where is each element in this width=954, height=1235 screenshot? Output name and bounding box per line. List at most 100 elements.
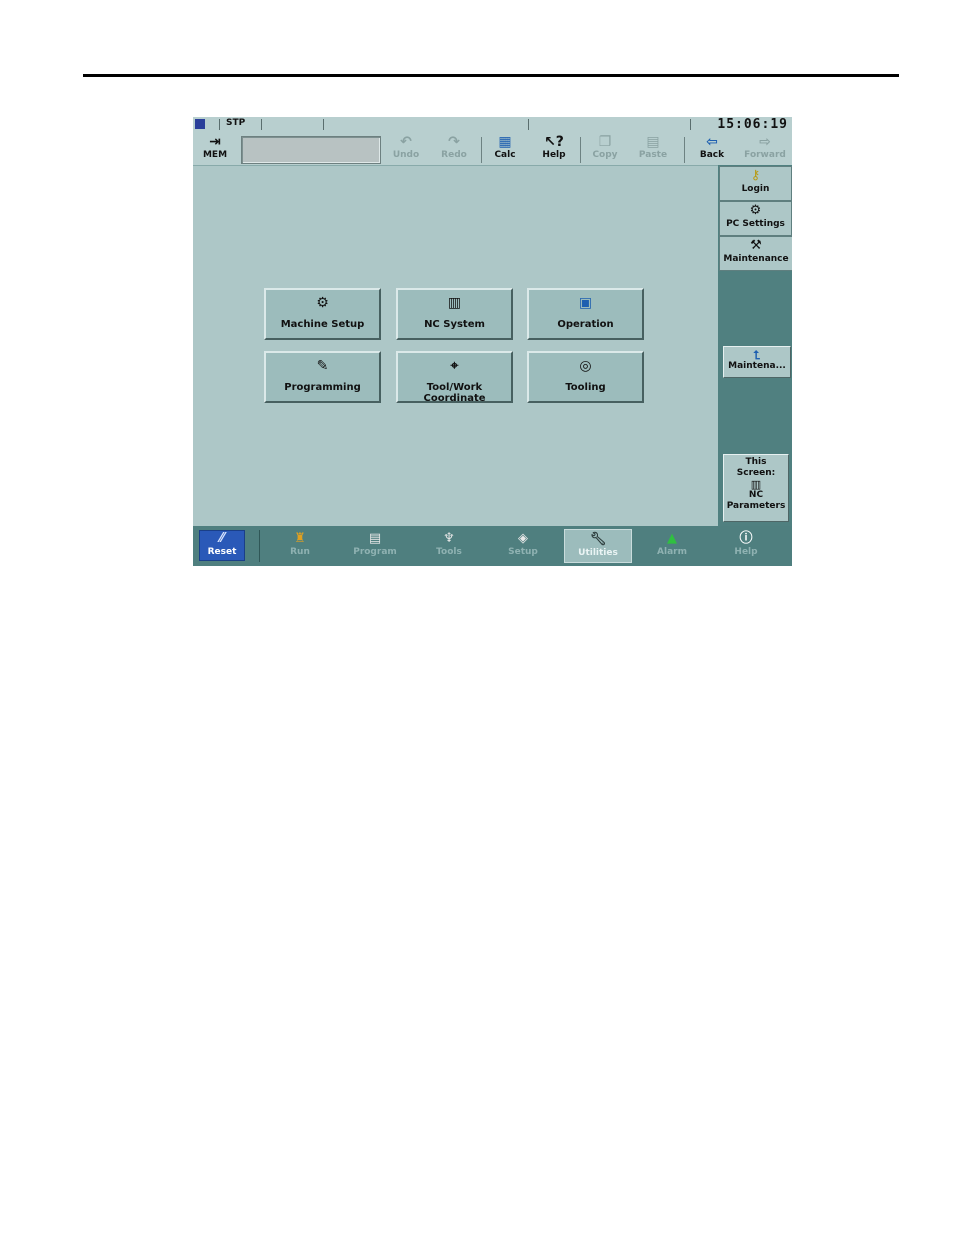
status-divider: [528, 119, 529, 130]
paste-icon: ▤: [646, 134, 660, 150]
this-screen-line1: This: [745, 457, 767, 467]
machine-mode: STP: [226, 118, 246, 128]
reset-label: Reset: [207, 547, 237, 557]
maintenance-action-button[interactable]: ⮤ Maintena...: [723, 346, 791, 378]
tab-maintenance[interactable]: ⚒ Maintenance: [719, 236, 792, 271]
reset-icon: ⁄⁄: [219, 531, 225, 546]
undo-label: Undo: [392, 150, 420, 160]
side-panel: ⚷ Login ⚙ PC Settings ⚒ Maintenance ⮤ Ma…: [718, 165, 792, 526]
logo-icon: [195, 119, 205, 129]
programming-label: Programming: [284, 382, 361, 393]
tab-login-label: Login: [741, 184, 770, 194]
tab-login[interactable]: ⚷ Login: [719, 166, 792, 201]
key-icon: ⚷: [750, 168, 761, 183]
nav-setup[interactable]: ◈ Setup: [489, 529, 557, 563]
status-bar: STP 15:06:19: [193, 117, 792, 133]
copy-icon: ❐: [598, 134, 612, 150]
operation-label: Operation: [557, 319, 614, 330]
nc-system-icon: ▥: [447, 295, 462, 311]
bottom-nav-bar: ⁄⁄ Reset ♜ Run ▤ Program ♆ Tools ◈ Setup…: [193, 526, 792, 566]
nav-help[interactable]: ⓘ Help: [712, 529, 780, 563]
machine-setup-label: Machine Setup: [280, 319, 365, 330]
up-arrow-icon: ⮤: [753, 348, 761, 362]
nav-run[interactable]: ♜ Run: [266, 529, 334, 563]
paste-label: Paste: [638, 150, 668, 160]
maintenance-action-label: Maintena...: [728, 361, 786, 371]
status-divider: [323, 119, 324, 130]
nav-alarm-label: Alarm: [657, 547, 687, 557]
machine-setup-icon: ⚙: [316, 295, 329, 311]
back-label: Back: [699, 150, 725, 160]
tool-coordinate-icon: ⌖: [450, 358, 459, 374]
calc-button[interactable]: ▦ Calc: [482, 134, 528, 164]
tool-work-coordinate-button[interactable]: ⌖ Tool/Work Coordinate: [396, 351, 513, 404]
undo-icon: ↶: [400, 134, 412, 150]
calculator-icon: ▦: [498, 134, 512, 150]
programming-button[interactable]: ✎ Programming: [264, 351, 381, 403]
back-arrow-icon: ⇦: [706, 134, 718, 150]
status-divider: [219, 119, 220, 130]
nav-tools-label: Tools: [436, 547, 462, 557]
nav-utilities-label: Utilities: [578, 548, 618, 558]
tooling-label: Tooling: [565, 382, 606, 393]
run-icon: ♜: [294, 531, 306, 546]
this-screen-line4: Parameters: [726, 501, 786, 511]
operation-button[interactable]: ▣ Operation: [527, 288, 644, 340]
copy-label: Copy: [592, 150, 618, 160]
status-divider: [261, 119, 262, 130]
page-header-rule: [83, 74, 899, 77]
this-screen-line3: NC: [748, 490, 764, 500]
operation-icon: ▣: [578, 295, 593, 311]
reset-button[interactable]: ⁄⁄ Reset: [199, 530, 245, 561]
forward-label: Forward: [744, 150, 786, 160]
maintenance-icon: ⚒: [750, 238, 762, 253]
command-input[interactable]: [241, 136, 381, 164]
calc-label: Calc: [494, 150, 516, 160]
this-screen-info: This Screen: ▥ NC Parameters: [723, 454, 789, 522]
nc-system-label: NC System: [424, 319, 485, 330]
help-button[interactable]: ↖? Help: [531, 134, 577, 164]
nav-tools[interactable]: ♆ Tools: [415, 529, 483, 563]
back-button[interactable]: ⇦ Back: [689, 134, 735, 164]
redo-label: Redo: [441, 150, 467, 160]
tooling-button[interactable]: ◎ Tooling: [527, 351, 644, 403]
tool-work-coordinate-label: Tool/Work Coordinate: [423, 382, 486, 404]
tooling-icon: ◎: [579, 358, 592, 374]
nav-help-label: Help: [734, 547, 758, 557]
machine-setup-button[interactable]: ⚙ Machine Setup: [264, 288, 381, 340]
tab-pc-settings-label: PC Settings: [726, 219, 785, 229]
mem-button[interactable]: ⇥ MEM: [193, 134, 237, 164]
toolbar-divider: [684, 137, 685, 163]
nav-run-label: Run: [290, 547, 310, 557]
info-icon: ⓘ: [739, 531, 753, 546]
alarm-icon: ▲: [667, 531, 677, 546]
forward-button[interactable]: ⇨ Forward: [739, 134, 791, 164]
nav-setup-label: Setup: [508, 547, 538, 557]
undo-button[interactable]: ↶ Undo: [383, 134, 429, 164]
clock: 15:06:19: [717, 117, 788, 132]
forward-arrow-icon: ⇨: [759, 134, 771, 150]
help-label: Help: [542, 150, 566, 160]
exit-arrow-icon: ⇥: [209, 134, 221, 150]
mem-label: MEM: [202, 150, 228, 160]
copy-button[interactable]: ❐ Copy: [582, 134, 628, 164]
programming-icon: ✎: [316, 358, 329, 374]
nav-program[interactable]: ▤ Program: [341, 529, 409, 563]
tools-icon: ♆: [443, 531, 455, 546]
toolbar-divider: [580, 137, 581, 163]
nav-divider: [259, 530, 260, 562]
status-divider: [690, 119, 691, 130]
redo-button[interactable]: ↷ Redo: [431, 134, 477, 164]
nav-alarm[interactable]: ▲ Alarm: [638, 529, 706, 563]
nav-utilities[interactable]: 🔧︎ Utilities: [564, 529, 632, 563]
nc-parameters-icon: ▥: [750, 478, 762, 491]
paste-button[interactable]: ▤ Paste: [630, 134, 676, 164]
wrench-icon: 🔧︎: [589, 532, 607, 547]
nav-program-label: Program: [353, 547, 397, 557]
redo-icon: ↷: [448, 134, 460, 150]
program-icon: ▤: [368, 531, 382, 546]
tab-maintenance-label: Maintenance: [723, 254, 789, 264]
cnc-screen: STP 15:06:19 ⇥ MEM ↶ Undo ↷ Redo ▦ Calc …: [193, 117, 792, 566]
nc-system-button[interactable]: ▥ NC System: [396, 288, 513, 340]
tab-pc-settings[interactable]: ⚙ PC Settings: [719, 201, 792, 236]
